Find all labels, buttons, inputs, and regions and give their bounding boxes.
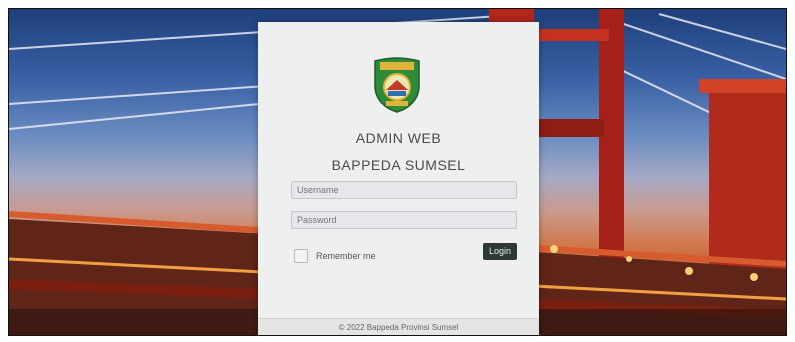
remember-me-label: Remember me	[316, 251, 376, 261]
password-input[interactable]	[291, 211, 517, 229]
login-panel: ADMIN WEB BAPPEDA SUMSEL Remember me Log…	[258, 22, 539, 335]
remember-me-row[interactable]: Remember me	[294, 249, 376, 263]
page-title-bappeda: BAPPEDA SUMSEL	[331, 157, 466, 173]
remember-me-checkbox[interactable]	[294, 249, 308, 263]
page-title-admin-web: ADMIN WEB	[355, 130, 442, 146]
provincial-emblem-icon	[374, 57, 420, 113]
login-button[interactable]: Login	[483, 243, 517, 260]
username-input[interactable]	[291, 181, 517, 199]
screen-frame: ADMIN WEB BAPPEDA SUMSEL Remember me Log…	[8, 8, 787, 336]
footer-copyright: © 2022 Bappeda Provinsi Sumsel	[258, 318, 539, 335]
